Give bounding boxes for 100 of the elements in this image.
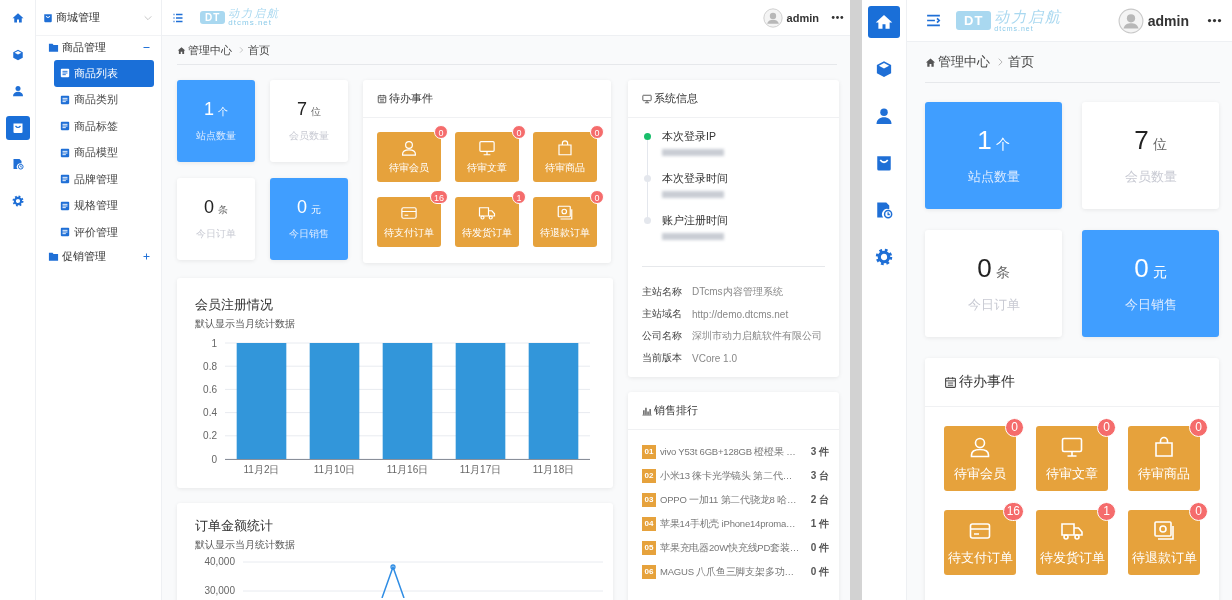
- product-name[interactable]: vivo Y53t 6GB+128GB 橙橙果 …: [660, 445, 807, 459]
- info-label: 主站域名: [642, 307, 683, 321]
- document-icon: [60, 200, 70, 211]
- menu-group-label: 商品管理: [62, 39, 106, 55]
- user-name[interactable]: admin: [786, 11, 819, 24]
- nav-button[interactable]: [5, 115, 30, 140]
- menu-item[interactable]: 评价管理: [54, 219, 154, 246]
- user-icon: [400, 139, 418, 157]
- count-badge: 16: [430, 190, 448, 204]
- home-icon: [11, 12, 24, 24]
- count-badge: 0: [590, 125, 604, 139]
- menu-item[interactable]: 品牌管理: [54, 166, 154, 193]
- count-badge: 0: [1189, 418, 1208, 437]
- calendar-icon: [944, 375, 957, 389]
- axis-label: 11月2日: [243, 464, 280, 475]
- document-clock-icon: [11, 158, 24, 170]
- menu-title[interactable]: 商城管理: [56, 10, 100, 25]
- timeline-label: 账户注册时间: [662, 214, 729, 228]
- menu-group-label: 促销管理: [62, 249, 106, 264]
- monitor-icon: [478, 139, 496, 157]
- chart-title: 订单金额统计: [195, 517, 274, 535]
- logo-mark: DT: [956, 11, 992, 30]
- count-badge: 1: [512, 190, 526, 204]
- stat-label: 站点数量: [967, 168, 1020, 186]
- timeline-label: 本次登录IP: [662, 130, 717, 144]
- rank-badge: 05: [642, 541, 656, 555]
- logo-domain: dtcms.net: [228, 19, 273, 27]
- monitor-icon: [642, 93, 652, 104]
- stat-label: 今日销售: [1124, 296, 1177, 314]
- axis-label: 11月10日: [313, 464, 356, 475]
- info-label: 主站名称: [642, 285, 683, 299]
- breadcrumb-link[interactable]: 管理中心: [938, 53, 990, 71]
- axis-label: 11月17日: [459, 464, 502, 475]
- card-title: 系统信息: [654, 91, 698, 106]
- cube-icon: [875, 60, 893, 78]
- calendar-icon: [377, 93, 387, 104]
- axis-label: 40,000: [203, 556, 235, 568]
- sales-count: 0 件: [810, 565, 829, 579]
- stat-value: 0: [977, 253, 992, 284]
- settings-icon: [11, 194, 24, 207]
- breadcrumb-link[interactable]: 首页: [248, 42, 270, 58]
- count-badge: 1: [1097, 502, 1116, 521]
- breadcrumb-link[interactable]: 管理中心: [188, 42, 232, 58]
- axis-label: 0.2: [203, 430, 217, 442]
- chevron-right-icon: [237, 46, 245, 54]
- stat-unit: 条: [218, 203, 228, 217]
- menu-icon: [172, 11, 184, 24]
- rank-badge: 03: [642, 493, 656, 507]
- user-name[interactable]: admin: [1147, 12, 1189, 29]
- photo-icon: [556, 204, 574, 222]
- breadcrumb-link[interactable]: 首页: [1008, 53, 1034, 71]
- home-icon: [177, 45, 186, 55]
- count-badge: 0: [512, 125, 526, 139]
- product-name[interactable]: 小米13 徕卡光学镜头 第二代…: [660, 469, 807, 483]
- user-icon: [11, 85, 24, 97]
- rank-badge: 04: [642, 517, 656, 531]
- nav-button[interactable]: [868, 6, 900, 38]
- stat-unit: 元: [1152, 264, 1167, 282]
- folder-icon: [48, 41, 59, 53]
- avatar-icon: [1117, 7, 1144, 34]
- stat-value: 1: [204, 99, 214, 120]
- document-icon: [60, 68, 70, 79]
- chart-subtitle: 默认显示当月统计数据: [195, 538, 296, 552]
- bag-icon: [43, 12, 53, 23]
- stat-value: 1: [977, 125, 992, 156]
- menu-item[interactable]: 规格管理: [54, 192, 154, 219]
- user-icon: [875, 107, 893, 125]
- menu-item[interactable]: 商品标签: [54, 113, 154, 140]
- stat-value: 7: [1134, 125, 1149, 156]
- count-badge: 0: [590, 190, 604, 204]
- menu-item[interactable]: 商品模型: [54, 139, 154, 166]
- stat-unit: 位: [311, 105, 321, 119]
- stat-unit: 条: [995, 264, 1010, 282]
- axis-label: 0.8: [203, 360, 217, 372]
- count-badge: 0: [1005, 418, 1024, 437]
- product-name[interactable]: MAGUS 八爪鱼三脚支架多功…: [660, 565, 807, 579]
- stat-label: 站点数量: [196, 129, 236, 143]
- avatar-icon: [762, 7, 783, 28]
- info-value: DTcms内容管理系统: [692, 285, 783, 299]
- axis-label: 30,000: [203, 585, 235, 597]
- shopping-bag-icon: [1152, 434, 1176, 459]
- document-clock-icon: [875, 201, 893, 219]
- home-icon: [875, 13, 893, 31]
- count-badge: 0: [434, 125, 448, 139]
- bag-icon: [875, 154, 893, 172]
- cube-icon: [11, 48, 24, 61]
- settings-icon: [875, 248, 893, 266]
- stat-value: 0: [1134, 253, 1149, 284]
- menu-item[interactable]: 商品类别: [54, 86, 154, 113]
- product-name[interactable]: OPPO 一加11 第二代骁龙8 哈…: [660, 493, 807, 507]
- count-badge: 0: [1097, 418, 1116, 437]
- home-icon: [925, 56, 936, 68]
- sales-count: 3 件: [810, 445, 829, 459]
- count-badge: 16: [1002, 502, 1024, 521]
- menu-item[interactable]: 商品列表: [54, 60, 154, 87]
- product-name[interactable]: 苹果充电器20W快充线PD套装…: [660, 541, 807, 555]
- info-label: 公司名称: [642, 329, 683, 343]
- product-name[interactable]: 苹果14手机壳 iPhone14proma…: [660, 517, 807, 531]
- axis-label: 11月18日: [532, 464, 575, 475]
- rank-badge: 02: [642, 469, 656, 483]
